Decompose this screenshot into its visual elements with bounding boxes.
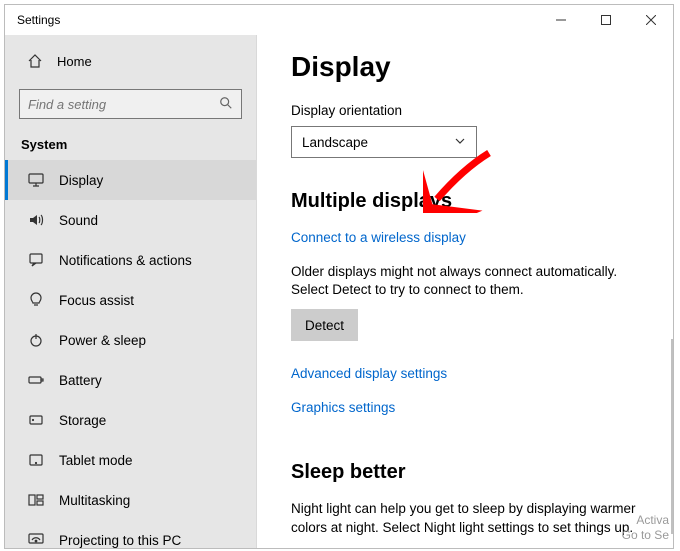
category-label: System	[5, 127, 256, 160]
focus-icon	[27, 292, 45, 308]
window-title: Settings	[17, 13, 60, 27]
orientation-value: Landscape	[302, 135, 368, 150]
connect-wireless-link[interactable]: Connect to a wireless display	[291, 230, 466, 245]
sidebar-item-label: Tablet mode	[59, 453, 133, 468]
search-input[interactable]	[19, 89, 242, 119]
sidebar-item-battery[interactable]: Battery	[5, 360, 256, 400]
sidebar-item-storage[interactable]: Storage	[5, 400, 256, 440]
sleep-description: Night light can help you get to sleep by…	[291, 500, 639, 536]
display-icon	[27, 172, 45, 188]
search-icon	[219, 96, 233, 113]
sidebar-item-label: Power & sleep	[59, 333, 146, 348]
sidebar-item-focus[interactable]: Focus assist	[5, 280, 256, 320]
multitask-icon	[27, 492, 45, 508]
tablet-icon	[27, 452, 45, 468]
sidebar-item-label: Focus assist	[59, 293, 134, 308]
chevron-down-icon	[454, 135, 466, 150]
maximize-button[interactable]	[583, 5, 628, 35]
graphics-settings-link[interactable]: Graphics settings	[291, 400, 395, 415]
sidebar-item-label: Notifications & actions	[59, 253, 192, 268]
notifications-icon	[27, 252, 45, 268]
minimize-button[interactable]	[538, 5, 583, 35]
content-pane: Display Display orientation Landscape Mu…	[257, 35, 673, 548]
sidebar-item-label: Display	[59, 173, 103, 188]
sidebar-item-label: Projecting to this PC	[59, 533, 181, 548]
multiple-displays-heading: Multiple displays	[291, 190, 639, 213]
orientation-dropdown[interactable]: Landscape	[291, 126, 477, 158]
sidebar-item-sound[interactable]: Sound	[5, 200, 256, 240]
home-button[interactable]: Home	[5, 43, 256, 79]
sound-icon	[27, 212, 45, 228]
sidebar-item-tablet[interactable]: Tablet mode	[5, 440, 256, 480]
home-icon	[27, 53, 43, 69]
titlebar: Settings	[5, 5, 673, 35]
battery-icon	[27, 372, 45, 388]
detect-button[interactable]: Detect	[291, 309, 358, 341]
sidebar-item-label: Sound	[59, 213, 98, 228]
project-icon	[27, 532, 45, 548]
storage-icon	[27, 412, 45, 428]
advanced-settings-link[interactable]: Advanced display settings	[291, 366, 447, 381]
close-button[interactable]	[628, 5, 673, 35]
search-field[interactable]	[28, 97, 219, 112]
sidebar-item-multitask[interactable]: Multitasking	[5, 480, 256, 520]
power-icon	[27, 332, 45, 348]
sidebar-item-label: Storage	[59, 413, 106, 428]
sidebar-item-label: Battery	[59, 373, 102, 388]
scrollbar[interactable]	[671, 339, 673, 534]
sidebar-item-label: Multitasking	[59, 493, 130, 508]
sidebar-item-notifications[interactable]: Notifications & actions	[5, 240, 256, 280]
orientation-label: Display orientation	[291, 103, 639, 118]
sidebar-item-project[interactable]: Projecting to this PC	[5, 520, 256, 548]
page-title: Display	[291, 51, 639, 83]
sleep-better-heading: Sleep better	[291, 461, 639, 484]
home-label: Home	[57, 54, 92, 69]
sidebar-item-power[interactable]: Power & sleep	[5, 320, 256, 360]
activation-watermark: Activa Go to Se	[622, 513, 669, 542]
sidebar: Home System Display Sound Notifications & …	[5, 35, 257, 548]
detect-description: Older displays might not always connect …	[291, 263, 639, 299]
sidebar-item-display[interactable]: Display	[5, 160, 256, 200]
